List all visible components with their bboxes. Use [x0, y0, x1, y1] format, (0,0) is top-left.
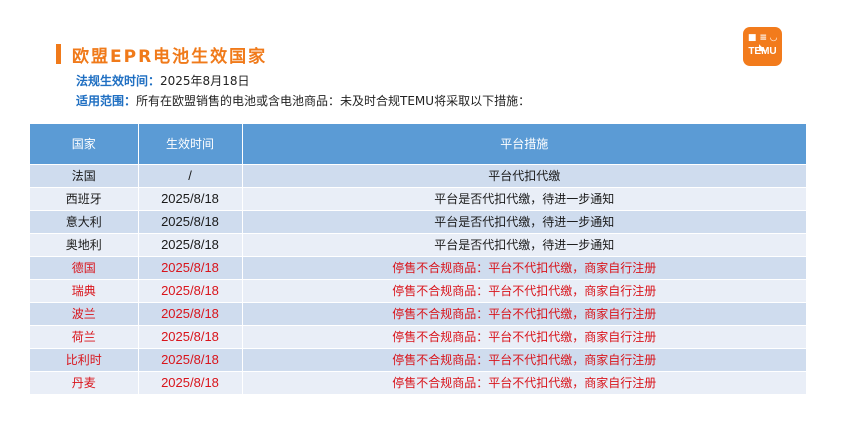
table-row: 奥地利 2025/8/18 平台是否代扣代缴，待进一步通知 — [30, 232, 806, 256]
country-measures-table: 国家 生效时间 平台措施 法国 / 平台代扣代缴 西班牙 2025/8/18 平… — [30, 124, 806, 394]
table-row: 荷兰 2025/8/18 停售不合规商品：平台不代扣代缴，商家自行注册 — [30, 324, 806, 348]
cell-date: 2025/8/18 — [138, 347, 243, 371]
cell-measure: 停售不合规商品：平台不代扣代缴，商家自行注册 — [242, 347, 806, 371]
temu-logo-wordmark: TEMU — [748, 46, 777, 57]
cell-measure: 停售不合规商品：平台不代扣代缴，商家自行注册 — [242, 255, 806, 279]
cell-country: 荷兰 — [30, 324, 139, 348]
effective-date-label: 法规生效时间： — [76, 74, 161, 88]
table-row: 西班牙 2025/8/18 平台是否代扣代缴，待进一步通知 — [30, 186, 806, 210]
cell-measure: 停售不合规商品：平台不代扣代缴，商家自行注册 — [242, 301, 806, 325]
cell-date: / — [138, 163, 243, 187]
cell-date: 2025/8/18 — [138, 255, 243, 279]
cell-measure: 平台代扣代缴 — [242, 163, 806, 187]
cell-date: 2025/8/18 — [138, 209, 243, 233]
cell-country: 波兰 — [30, 301, 139, 325]
header-country: 国家 — [30, 124, 139, 164]
cell-measure: 平台是否代扣代缴，待进一步通知 — [242, 209, 806, 233]
table-row: 比利时 2025/8/18 停售不合规商品：平台不代扣代缴，商家自行注册 — [30, 347, 806, 371]
cell-country: 丹麦 — [30, 370, 139, 394]
cell-date: 2025/8/18 — [138, 301, 243, 325]
cell-measure: 平台是否代扣代缴，待进一步通知 — [242, 186, 806, 210]
cell-country: 法国 — [30, 163, 139, 187]
effective-date-value: 2025年8月18日 — [160, 74, 250, 88]
scope-value: 所有在欧盟销售的电池或含电池商品：未及时合规TEMU将采取以下措施： — [136, 94, 531, 108]
title-accent-bar — [56, 44, 61, 64]
header-platform-measure: 平台措施 — [242, 124, 806, 164]
cell-country: 奥地利 — [30, 232, 139, 256]
table-row: 德国 2025/8/18 停售不合规商品：平台不代扣代缴，商家自行注册 — [30, 255, 806, 279]
scope-label: 适用范围： — [76, 94, 137, 108]
table-header-row: 国家 生效时间 平台措施 — [30, 124, 806, 164]
cell-date: 2025/8/18 — [138, 278, 243, 302]
cell-country: 西班牙 — [30, 186, 139, 210]
cell-country: 意大利 — [30, 209, 139, 233]
cell-country: 瑞典 — [30, 278, 139, 302]
header-effective-date: 生效时间 — [138, 124, 243, 164]
table-row: 意大利 2025/8/18 平台是否代扣代缴，待进一步通知 — [30, 209, 806, 233]
table-row: 法国 / 平台代扣代缴 — [30, 163, 806, 187]
slide-title: 欧盟EPR电池生效国家 — [72, 47, 268, 67]
cell-measure: 停售不合规商品：平台不代扣代缴，商家自行注册 — [242, 370, 806, 394]
table-row: 波兰 2025/8/18 停售不合规商品：平台不代扣代缴，商家自行注册 — [30, 301, 806, 325]
cell-country: 比利时 — [30, 347, 139, 371]
cell-date: 2025/8/18 — [138, 186, 243, 210]
cell-date: 2025/8/18 — [138, 370, 243, 394]
scope-line: 适用范围：所有在欧盟销售的电池或含电池商品：未及时合规TEMU将采取以下措施： — [76, 92, 530, 109]
cell-date: 2025/8/18 — [138, 324, 243, 348]
slide: 欧盟EPR电池生效国家 ■ ≡ ◡ ◣ TEMU 法规生效时间：2025年8月1… — [0, 0, 853, 424]
table-row: 瑞典 2025/8/18 停售不合规商品：平台不代扣代缴，商家自行注册 — [30, 278, 806, 302]
temu-logo: ■ ≡ ◡ ◣ TEMU — [743, 27, 782, 66]
cell-country: 德国 — [30, 255, 139, 279]
cell-measure: 停售不合规商品：平台不代扣代缴，商家自行注册 — [242, 324, 806, 348]
cell-date: 2025/8/18 — [138, 232, 243, 256]
cell-measure: 平台是否代扣代缴，待进一步通知 — [242, 232, 806, 256]
effective-date-line: 法规生效时间：2025年8月18日 — [76, 72, 249, 89]
cell-measure: 停售不合规商品：平台不代扣代缴，商家自行注册 — [242, 278, 806, 302]
table-row: 丹麦 2025/8/18 停售不合规商品：平台不代扣代缴，商家自行注册 — [30, 370, 806, 394]
